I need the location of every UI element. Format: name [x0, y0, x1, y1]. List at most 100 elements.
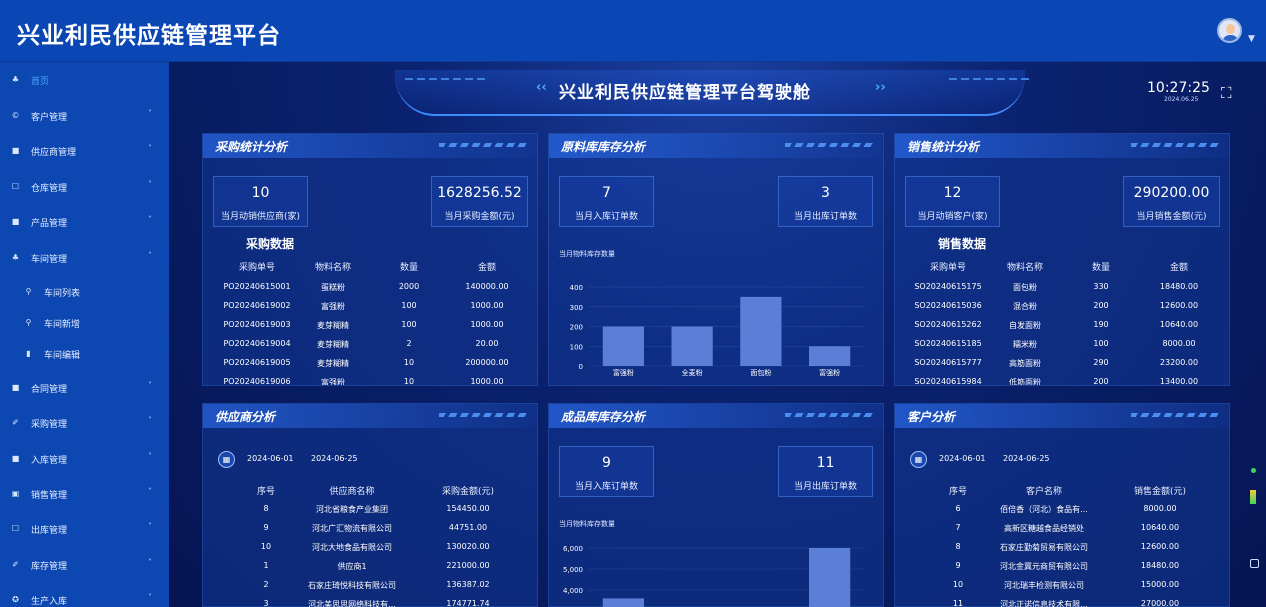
purchase-panel: 采购统计分析 10 当月动销供应商(家) 1628256.52 当月采购金额(元…: [202, 133, 538, 386]
user-avatar[interactable]: [1217, 18, 1242, 43]
purchase-stat-amount: 1628256.52 当月采购金额(元): [431, 176, 528, 227]
table-row[interactable]: PO20240619005 麦芽糊精 10 200000.00: [203, 356, 539, 375]
stat-value: 1628256.52: [437, 185, 522, 201]
table-cell: 高新区糖越食品经销处: [1004, 524, 1084, 533]
dashboard-main: ‹‹ 兴业利民供应链管理平台驾驶舱 ›› 10:27:25 2024.06.25…: [169, 62, 1266, 607]
table-cell: 河北大地食品有限公司: [312, 543, 392, 552]
table-row[interactable]: PO20240619003 麦芽糊精 100 1000.00: [203, 318, 539, 337]
date-to[interactable]: 2024-06-25: [311, 454, 358, 463]
table-header-cell: 销售金额(元): [1133, 487, 1187, 497]
table-cell: 130020.00: [446, 542, 490, 551]
sidebar-item[interactable]: ■ 供应商管理 ˅: [0, 139, 169, 163]
table-row[interactable]: 9 河北广汇物流有限公司 44751.00: [203, 521, 539, 540]
stat-value: 12: [943, 185, 962, 201]
camera-icon[interactable]: [1250, 559, 1259, 568]
calendar-icon[interactable]: ▦: [218, 451, 235, 468]
table-cell: 河北正诺信息技术有限...: [1000, 600, 1088, 607]
sidebar-item-label: 入库管理: [31, 456, 68, 466]
table-cell: 20.00: [475, 339, 499, 348]
bar[interactable]: [602, 326, 644, 367]
table-header-cell: 采购单号: [929, 263, 966, 273]
finished-stock-panel: 成品库库存分析 9 当月入库订单数 11 当月出库订单数 当月物料库存数量 6,0…: [548, 403, 884, 607]
y-tick-label: 400: [570, 284, 583, 292]
sales-panel: 销售统计分析 12 当月动销客户(家) 290200.00 当月销售金额(元) …: [894, 133, 1230, 386]
bar[interactable]: [809, 548, 851, 607]
table-row[interactable]: PO20240615001 蛋糕粉 2000 140000.00: [203, 280, 539, 299]
table-cell: 23200.00: [1159, 358, 1199, 367]
table-row[interactable]: SO20240615036 混合粉 200 12600.00: [895, 299, 1231, 318]
table-row[interactable]: SO20240615262 自发面粉 190 10640.00: [895, 318, 1231, 337]
purchase-table-title: 采购数据: [246, 237, 295, 251]
bar[interactable]: [602, 598, 644, 607]
date-from[interactable]: 2024-06-01: [247, 454, 294, 463]
table-header-cell: 金额: [477, 263, 496, 273]
sidebar-item[interactable]: ▮ 车间编辑: [0, 342, 169, 366]
sidebar-item[interactable]: ■ 产品管理 ˅: [0, 210, 169, 234]
table-row[interactable]: 9 河北金冀元商贸有限公司 18480.00: [895, 559, 1231, 578]
sales-panel-title: 销售统计分析: [907, 140, 980, 154]
status-dot-icon: [1251, 468, 1256, 473]
warehouse-icon: ☐: [11, 182, 20, 191]
raw-stock-chart: 当月物料库存数量 400 300 200 100 0 富强粉 全麦粉 面包粉 富强粉: [559, 249, 864, 376]
table-row[interactable]: PO20240619006 富强粉 10 1000.00: [203, 375, 539, 385]
table-row[interactable]: SO20240615175 面包粉 330 18480.00: [895, 280, 1231, 299]
workshop-edit-icon: ▮: [26, 349, 31, 358]
table-row[interactable]: 10 河北大地食品有限公司 130020.00: [203, 540, 539, 559]
stat-caption: 当月出库订单数: [793, 482, 857, 492]
table-cell: 174771.74: [446, 599, 490, 607]
sidebar-item[interactable]: ✐ 库存管理 ˅: [0, 553, 169, 577]
table-row[interactable]: 2 石家庄琦悦科技有限公司 136387.02: [203, 578, 539, 597]
bar[interactable]: [809, 346, 851, 366]
table-row[interactable]: SO20240615777 高筋面粉 290 23200.00: [895, 356, 1231, 375]
sidebar-item[interactable]: ⚲ 车间列表: [0, 280, 169, 304]
chevron-down-icon: ˅: [148, 144, 152, 153]
sidebar-item[interactable]: ♣ 首页: [0, 68, 169, 92]
sidebar-item[interactable]: ■ 入库管理 ˅: [0, 447, 169, 471]
table-row[interactable]: 1 供应商1 221000.00: [203, 559, 539, 578]
table-header-cell: 供应商名称: [329, 487, 375, 497]
sidebar-item[interactable]: ⚲ 车间新增: [0, 311, 169, 335]
stock-icon: ✐: [12, 560, 19, 569]
table-row[interactable]: 11 河北正诺信息技术有限... 27000.00: [895, 597, 1231, 607]
table-row[interactable]: 3 河北美思思网络科技有... 174771.74: [203, 597, 539, 607]
sidebar-item[interactable]: ♣ 车间管理 ˄: [0, 246, 169, 270]
table-row[interactable]: PO20240619002 富强粉 100 1000.00: [203, 299, 539, 318]
sidebar-item-label: 生产入库: [31, 597, 68, 607]
fullscreen-icon[interactable]: ⛶: [1221, 84, 1232, 102]
stat-value: 9: [602, 455, 611, 471]
sidebar-item[interactable]: ▣ 销售管理 ˅: [0, 482, 169, 506]
stat-caption: 当月入库订单数: [574, 482, 638, 492]
sidebar-item[interactable]: © 客户管理 ˅: [0, 104, 169, 128]
table-row[interactable]: 10 河北瑞丰检测有限公司 15000.00: [895, 578, 1231, 597]
table-row[interactable]: PO20240619004 麦芽糊精 2 20.00: [203, 337, 539, 356]
calendar-icon[interactable]: ▦: [910, 451, 927, 468]
chart-title: 当月物料库存数量: [559, 249, 615, 258]
sidebar-item[interactable]: ✪ 生产入库 ˅: [0, 588, 169, 607]
sidebar-item-label: 出库管理: [31, 526, 68, 536]
sidebar-item[interactable]: ■ 合同管理 ˅: [0, 376, 169, 400]
sidebar-item-label: 采购管理: [31, 420, 68, 430]
table-row[interactable]: SO20240615185 糯米粉 100 8000.00: [895, 337, 1231, 356]
chevron-down-icon[interactable]: ▼: [1248, 34, 1255, 44]
table-row[interactable]: 6 佰倍香（河北）食品有... 8000.00: [895, 502, 1231, 521]
table-row[interactable]: 7 高新区糖越食品经销处 10640.00: [895, 521, 1231, 540]
sidebar-item[interactable]: ✐ 采购管理 ˅: [0, 411, 169, 435]
clock-date: 2024.06.25: [1164, 96, 1199, 103]
date-from[interactable]: 2024-06-01: [939, 454, 986, 463]
table-cell: 河北瑞丰检测有限公司: [1004, 581, 1084, 590]
sidebar-item-label: 车间新增: [44, 320, 81, 330]
bar[interactable]: [671, 326, 713, 367]
sidebar-item[interactable]: ☐ 出库管理 ˅: [0, 517, 169, 541]
table-cell: 12600.00: [1140, 542, 1180, 551]
header-dash-right: [949, 78, 1029, 80]
sidebar-item[interactable]: ☐ 仓库管理 ˅: [0, 175, 169, 199]
sidebar-item-label: 车间列表: [44, 289, 81, 299]
table-row[interactable]: SO20240615984 低筋面粉 200 13400.00: [895, 375, 1231, 385]
date-to[interactable]: 2024-06-25: [1003, 454, 1050, 463]
table-row[interactable]: 8 石家庄勤菊贸易有限公司 12600.00: [895, 540, 1231, 559]
stat-caption: 当月采购金额(元): [444, 212, 515, 222]
table-row[interactable]: 8 河北省粮食产业集团 154450.00: [203, 502, 539, 521]
purchase-stat-suppliers: 10 当月动销供应商(家): [213, 176, 308, 227]
bar[interactable]: [740, 296, 782, 366]
stat-caption: 当月销售金额(元): [1136, 212, 1207, 222]
